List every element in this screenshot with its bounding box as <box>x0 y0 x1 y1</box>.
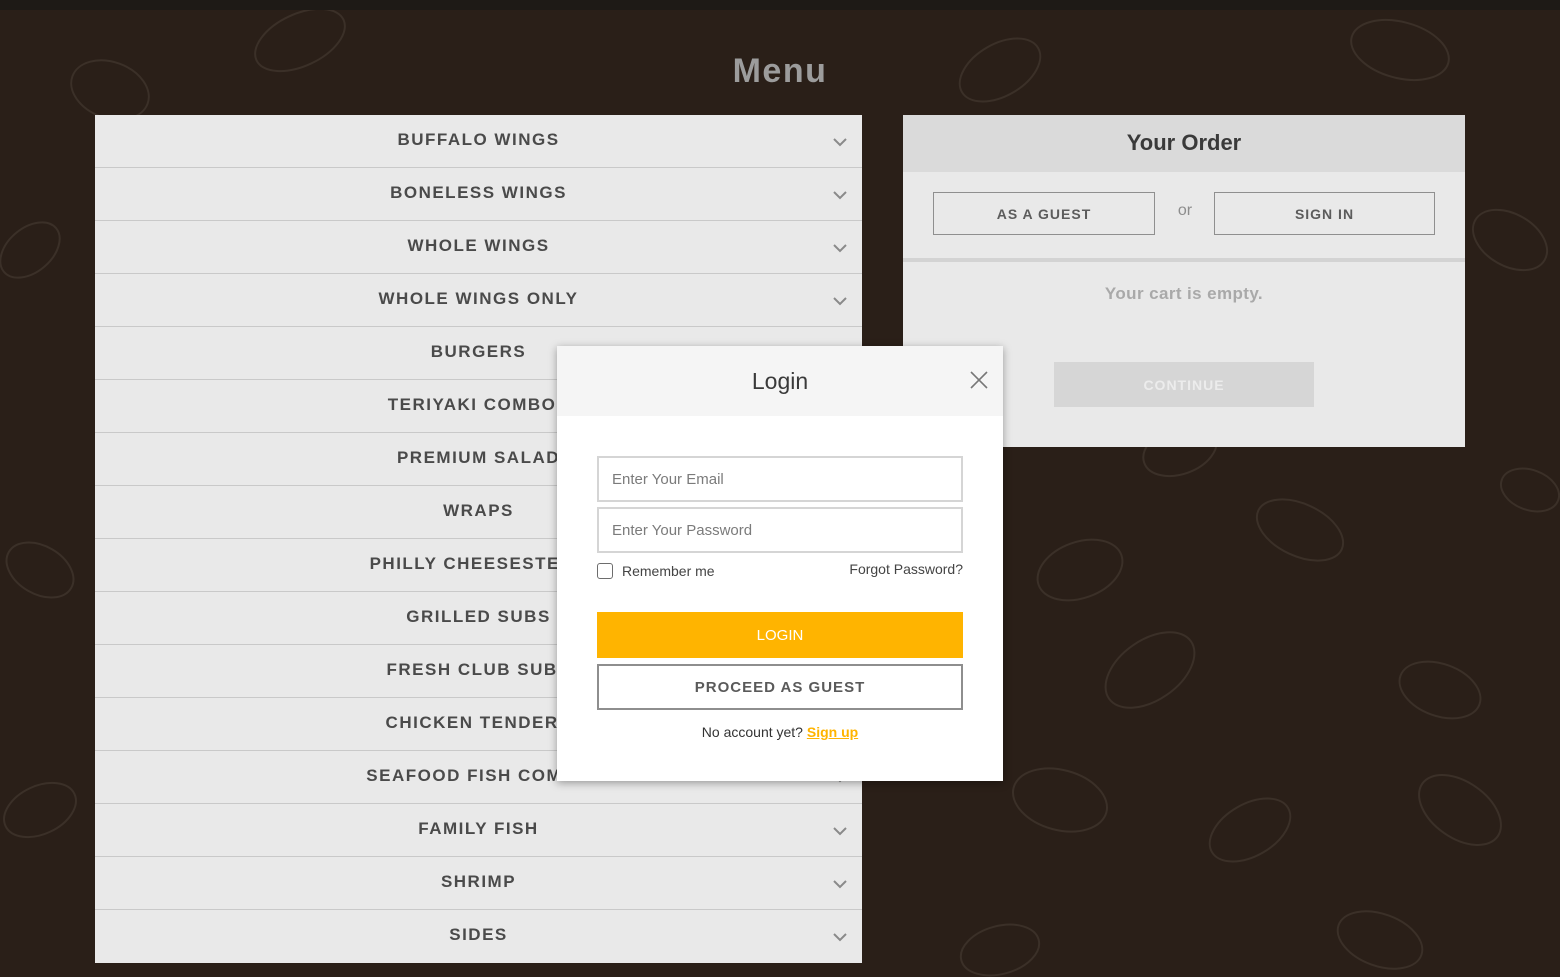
page-title: Menu <box>732 52 828 90</box>
chevron-down-icon <box>833 191 847 200</box>
menu-category-item[interactable]: BONELESS WINGS <box>95 168 862 221</box>
menu-category-label: BURGERS <box>430 341 527 361</box>
chevron-down-icon <box>833 244 847 253</box>
menu-category-label: FAMILY FISH <box>418 818 539 838</box>
no-account-text: No account yet? <box>701 724 803 740</box>
chevron-down-icon <box>833 933 847 942</box>
sign-in-button[interactable]: SIGN IN <box>1214 192 1435 235</box>
menu-category-item[interactable]: SHRIMP <box>95 857 862 910</box>
order-as-guest-button[interactable]: AS A GUEST <box>933 192 1155 235</box>
login-modal-title: Login <box>557 346 1003 416</box>
menu-category-label: SIDES <box>449 925 508 944</box>
menu-category-item[interactable]: FAMILY FISH <box>95 804 862 857</box>
menu-category-label: TERIYAKI COMBOS <box>387 394 570 414</box>
order-panel-title: Your Order <box>903 115 1465 172</box>
login-button[interactable]: LOGIN <box>597 612 963 658</box>
menu-category-label: CHICKEN TENDERS <box>385 712 572 732</box>
sign-up-link[interactable]: Sign up <box>807 724 858 740</box>
password-field[interactable] <box>597 507 963 553</box>
menu-category-label: WRAPS <box>443 500 514 520</box>
remember-me-checkbox[interactable] <box>597 563 613 579</box>
email-field[interactable] <box>597 456 963 502</box>
cart-empty-message: Your cart is empty. <box>1104 284 1264 303</box>
menu-category-label: BUFFALO WINGS <box>397 129 560 149</box>
login-modal: Login Remember me Forgot Password? LOGIN… <box>557 346 1003 781</box>
menu-category-label: WHOLE WINGS ONLY <box>378 288 579 308</box>
menu-category-item[interactable]: WHOLE WINGS ONLY <box>95 274 862 327</box>
chevron-down-icon <box>833 297 847 306</box>
continue-button[interactable]: CONTINUE <box>1054 362 1314 407</box>
menu-category-label: PREMIUM SALAD <box>396 447 561 467</box>
menu-category-label: WHOLE WINGS <box>407 235 550 255</box>
chevron-down-icon <box>833 138 847 147</box>
remember-me-label: Remember me <box>622 563 715 579</box>
menu-category-label: BONELESS WINGS <box>390 182 567 202</box>
menu-category-item[interactable]: SIDES <box>95 910 862 963</box>
menu-category-label: FRESH CLUB SUBS <box>386 659 571 679</box>
signup-prompt: No account yet? Sign up <box>557 724 1003 740</box>
menu-category-label: PHILLY CHEESESTEAK <box>369 553 588 573</box>
forgot-password-link[interactable]: Forgot Password? <box>849 561 963 577</box>
close-icon[interactable] <box>969 370 989 390</box>
proceed-as-guest-button[interactable]: PROCEED AS GUEST <box>597 664 963 710</box>
menu-category-label: GRILLED SUBS <box>406 606 551 626</box>
order-auth-options: AS A GUEST or SIGN IN <box>903 172 1465 262</box>
or-separator: or <box>1177 202 1193 219</box>
chevron-down-icon <box>833 880 847 889</box>
remember-me-toggle[interactable]: Remember me <box>597 563 715 579</box>
top-bar <box>0 0 1560 10</box>
menu-category-item[interactable]: WHOLE WINGS <box>95 221 862 274</box>
chevron-down-icon <box>833 827 847 836</box>
menu-category-item[interactable]: BUFFALO WINGS <box>95 115 862 168</box>
menu-category-label: SHRIMP <box>440 871 517 891</box>
